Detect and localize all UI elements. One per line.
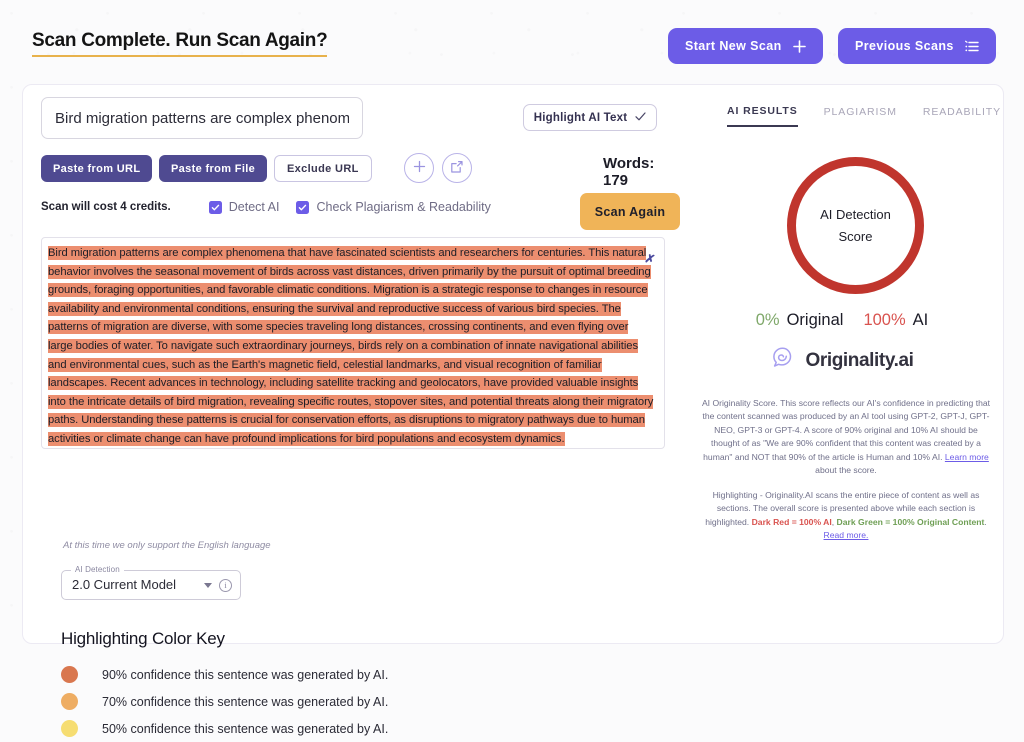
score-title-line-1: AI Detection bbox=[820, 207, 891, 222]
color-key-label: 70% confidence this sentence was generat… bbox=[102, 694, 389, 709]
results-column: AI RESULTS PLAGIARISM READABILITY AI Det… bbox=[679, 85, 1005, 643]
page-title: Scan Complete. Run Scan Again? bbox=[32, 30, 328, 57]
ai-detection-score-ring: AI Detection Score bbox=[787, 157, 924, 294]
color-swatch bbox=[61, 693, 78, 710]
chevron-down-icon[interactable] bbox=[204, 583, 212, 588]
start-new-scan-button[interactable]: Start New Scan bbox=[668, 28, 823, 64]
original-label: Original bbox=[786, 311, 844, 329]
main-card: Paste from URL Paste from File Exclude U… bbox=[22, 84, 1005, 737]
highlighted-text-run: Bird migration patterns are complex phen… bbox=[48, 246, 654, 446]
detect-ai-label: Detect AI bbox=[228, 200, 280, 214]
list-item: 70% confidence this sentence was generat… bbox=[61, 688, 491, 715]
score-summary: 0% Original 100% AI bbox=[679, 311, 1005, 330]
plus-icon bbox=[792, 39, 806, 53]
check-plagiarism-checkbox[interactable] bbox=[296, 200, 310, 214]
previous-scans-label: Previous Scans bbox=[855, 39, 954, 53]
score-explanation-paragraph: AI Originality Score. This score reflect… bbox=[701, 397, 991, 477]
start-new-scan-label: Start New Scan bbox=[685, 39, 782, 53]
dark-red-legend: Dark Red = 100% AI bbox=[751, 516, 832, 527]
score-explanation-text-end: about the score. bbox=[815, 465, 877, 476]
original-percent: 0% bbox=[755, 311, 780, 329]
list-item: 90% confidence this sentence was generat… bbox=[61, 661, 491, 688]
words-count: Words: 179 bbox=[603, 155, 655, 189]
color-key-title: Highlighting Color Key bbox=[61, 629, 225, 648]
check-plagiarism-checkbox-group[interactable]: Check Plagiarism & Readability bbox=[296, 200, 491, 214]
dark-green-legend: Dark Green = 100% Original Content bbox=[836, 516, 985, 527]
highlighting-explanation-paragraph: Highlighting - Originality.AI scans the … bbox=[701, 489, 991, 543]
detect-ai-checkbox[interactable] bbox=[208, 200, 222, 214]
score-title-line-2: Score bbox=[838, 229, 873, 244]
brand-name: Originality.ai bbox=[805, 349, 914, 371]
list-item: 50% confidence this sentence was generat… bbox=[61, 715, 491, 742]
learn-more-link[interactable]: Learn more bbox=[945, 452, 989, 462]
detect-ai-checkbox-group[interactable]: Detect AI bbox=[208, 200, 280, 214]
brand-logo: Originality.ai bbox=[679, 345, 1005, 376]
color-key-label: 90% confidence this sentence was generat… bbox=[102, 667, 389, 682]
language-note: At this time we only support the English… bbox=[63, 540, 271, 551]
editor-column: Paste from URL Paste from File Exclude U… bbox=[23, 85, 680, 737]
list-icon bbox=[964, 40, 979, 53]
previous-scans-button[interactable]: Previous Scans bbox=[838, 28, 996, 64]
export-icon bbox=[450, 160, 464, 177]
page-header: Scan Complete. Run Scan Again? Start New… bbox=[0, 0, 1024, 76]
color-key-label: 50% confidence this sentence was generat… bbox=[102, 721, 389, 736]
scan-cost-label: Scan will cost 4 credits. bbox=[41, 201, 171, 213]
color-swatch bbox=[61, 666, 78, 683]
exclude-url-button[interactable]: Exclude URL bbox=[274, 155, 372, 182]
tab-plagiarism[interactable]: PLAGIARISM bbox=[824, 105, 897, 127]
check-plagiarism-label: Check Plagiarism & Readability bbox=[316, 200, 491, 214]
ai-detection-model-select[interactable]: AI Detection 2.0 Current Model i bbox=[61, 565, 241, 600]
export-button[interactable] bbox=[442, 153, 472, 183]
scanned-text-panel[interactable]: Bird migration patterns are complex phen… bbox=[41, 237, 665, 449]
tab-ai-results[interactable]: AI RESULTS bbox=[727, 105, 798, 127]
scan-again-button[interactable]: Scan Again bbox=[580, 193, 680, 230]
highlight-ai-text-label: Highlight AI Text bbox=[533, 111, 628, 124]
ai-percent: 100% bbox=[863, 311, 906, 329]
paste-from-url-button[interactable]: Paste from URL bbox=[41, 155, 153, 182]
color-key-list: 90% confidence this sentence was generat… bbox=[61, 661, 491, 742]
read-more-link[interactable]: Read more. bbox=[824, 530, 869, 540]
check-icon bbox=[635, 111, 646, 124]
color-swatch bbox=[61, 720, 78, 737]
results-tabs: AI RESULTS PLAGIARISM READABILITY bbox=[679, 105, 1001, 127]
scanned-text: Bird migration patterns are complex phen… bbox=[48, 244, 656, 448]
title-input[interactable] bbox=[41, 97, 363, 139]
paste-from-file-button[interactable]: Paste from File bbox=[159, 155, 268, 182]
model-select-value: 2.0 Current Model bbox=[72, 577, 177, 592]
legend-period: . bbox=[984, 516, 987, 527]
ai-label: AI bbox=[912, 311, 929, 329]
info-icon[interactable]: i bbox=[219, 579, 232, 592]
credits-row: Scan will cost 4 credits. Detect AI Chec… bbox=[41, 200, 508, 214]
plus-icon bbox=[413, 160, 426, 176]
highlight-ai-text-toggle[interactable]: Highlight AI Text bbox=[523, 104, 657, 131]
tab-readability[interactable]: READABILITY bbox=[923, 105, 1001, 127]
model-select-legend: AI Detection bbox=[71, 565, 124, 574]
add-button[interactable] bbox=[404, 153, 434, 183]
originality-logo-icon bbox=[770, 345, 796, 376]
